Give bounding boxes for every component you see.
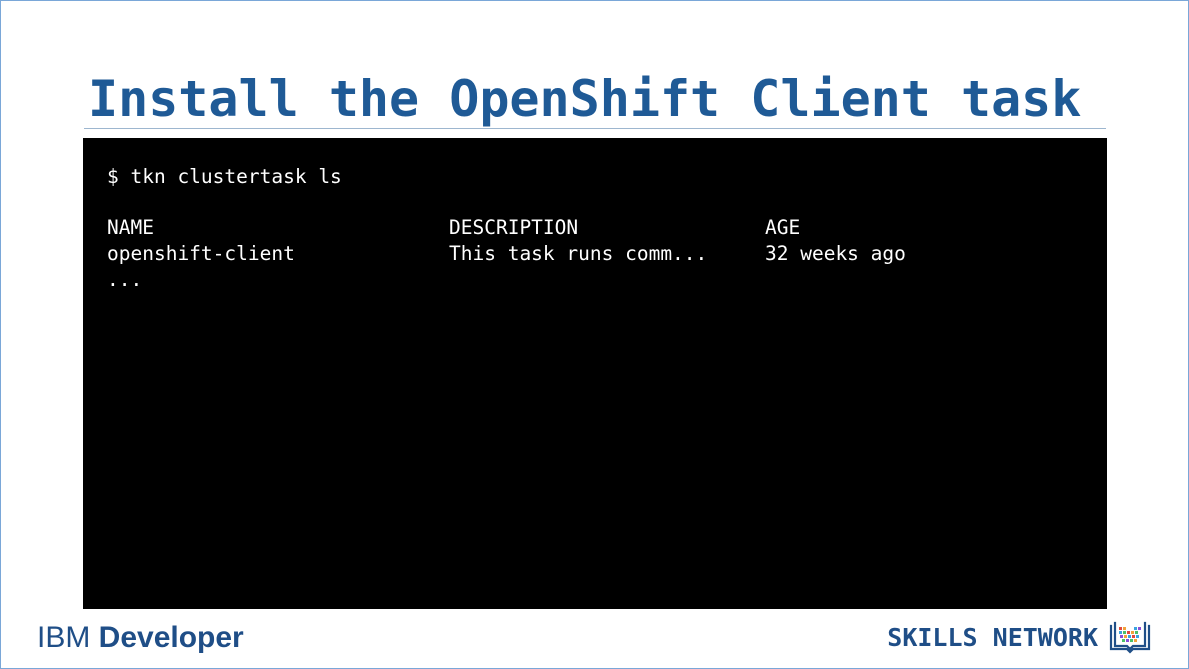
column-header-description: DESCRIPTION: [449, 216, 579, 239]
terminal-window: $ tkn clustertask ls NAME DESCRIPTION AG…: [83, 138, 1107, 609]
developer-logo-text: Developer: [98, 621, 244, 654]
book-pixel-icon: [1108, 620, 1152, 656]
ibm-developer-logo: IBM Developer: [37, 618, 244, 658]
skills-network-text: SKILLS NETWORK: [887, 623, 1098, 652]
slide-title: Install the OpenShift Client task: [88, 70, 1082, 128]
task-description-cell: This task runs comm...: [449, 242, 708, 265]
task-name-cell: openshift-client: [107, 242, 295, 265]
terminal-ellipsis: ...: [107, 268, 143, 291]
terminal-command: $ tkn clustertask ls: [107, 165, 342, 188]
column-header-name: NAME: [107, 216, 154, 239]
column-header-age: AGE: [765, 216, 801, 239]
task-age-cell: 32 weeks ago: [765, 242, 906, 265]
slide: Install the OpenShift Client task $ tkn …: [0, 0, 1189, 669]
ibm-logo-text: IBM: [37, 621, 99, 654]
title-divider: [84, 128, 1106, 129]
skills-network-logo: SKILLS NETWORK: [887, 620, 1152, 656]
